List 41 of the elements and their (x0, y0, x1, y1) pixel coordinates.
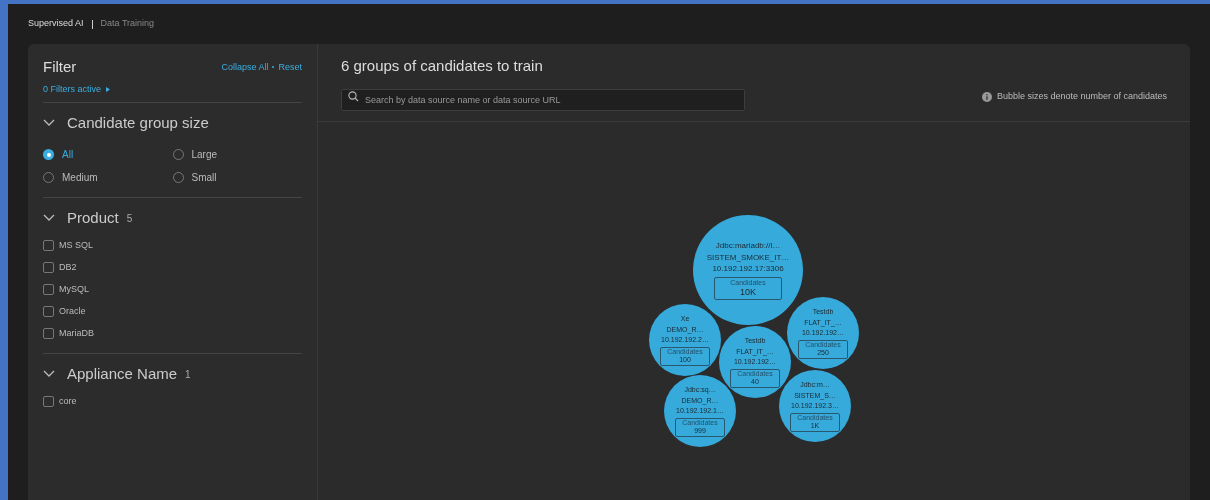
info-icon (981, 91, 992, 102)
page-title: 6 groups of candidates to train (341, 56, 544, 76)
chevron-icon[interactable] (43, 370, 55, 378)
bubble-text: Jdbc:mariadb://l… (715, 240, 781, 252)
option-label[interactable]: Small (191, 170, 217, 185)
section-count: 1 (185, 367, 191, 382)
chevron-icon[interactable] (43, 214, 55, 222)
section-title[interactable]: Product (67, 206, 119, 230)
chevron-icon[interactable] (43, 119, 55, 127)
caret-icon (106, 86, 111, 92)
checkbox[interactable] (43, 396, 54, 407)
section-title[interactable]: Appliance Name (67, 362, 178, 386)
option-label[interactable]: MariaDB (59, 326, 94, 341)
option-label[interactable]: Large (191, 147, 218, 162)
radio-button[interactable] (43, 149, 54, 160)
option-label[interactable]: MS SQL (59, 238, 93, 253)
search-field[interactable]: Search by data source name or data source URL (341, 88, 745, 111)
checkbox[interactable] (43, 306, 54, 317)
bubble-size-hint: Bubble sizes denote number of candidates (996, 89, 1167, 103)
candidates-count: 10K (740, 287, 756, 298)
search-icon (348, 91, 359, 102)
filter-title: Filter (43, 57, 77, 77)
option-label[interactable]: Medium (62, 170, 98, 185)
collapse-all-link[interactable]: Collapse All (221, 60, 269, 74)
option-label[interactable]: Oracle (59, 304, 86, 319)
filters-active-link[interactable]: 0 Filters active (43, 82, 102, 96)
bubble-text: SISTEM_SMOKE_IT… (706, 251, 790, 264)
section-title[interactable]: Candidate group size (67, 111, 209, 135)
breadcrumb-item[interactable]: Supervised AI (28, 17, 84, 31)
checkbox[interactable] (43, 262, 54, 273)
bubble-text: 10.192.192.17:3306 (712, 263, 784, 275)
checkbox[interactable] (43, 240, 54, 251)
breadcrumb-item[interactable]: Data Training (100, 17, 155, 31)
reset-link[interactable]: Reset (278, 60, 302, 74)
option-label[interactable]: All (62, 147, 74, 162)
checkbox[interactable] (43, 328, 54, 339)
section-count: 5 (126, 211, 133, 226)
option-label[interactable]: DB2 (59, 260, 77, 275)
checkbox[interactable] (43, 284, 54, 295)
option-label[interactable]: MySQL (59, 282, 89, 297)
option-label[interactable]: core (59, 394, 77, 409)
